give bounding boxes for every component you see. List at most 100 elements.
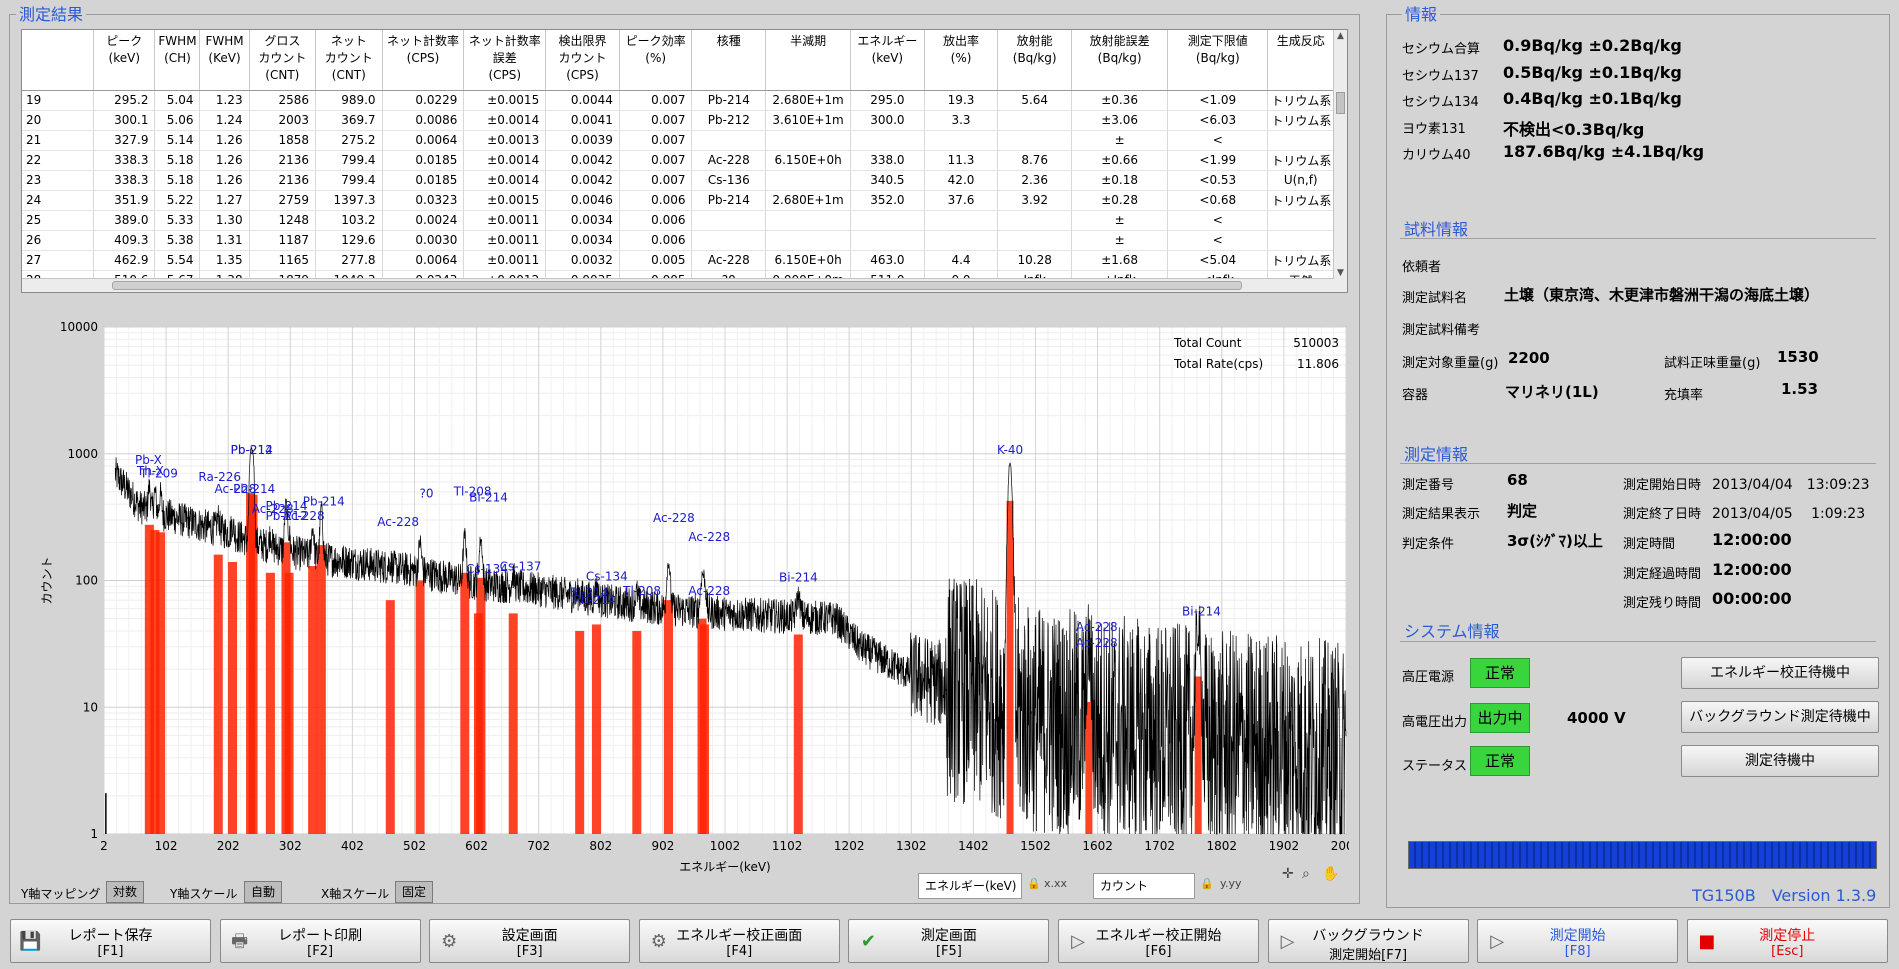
target-weight-label: 測定対象重量(g) bbox=[1402, 356, 1499, 371]
table-cell bbox=[691, 210, 767, 231]
column-header[interactable]: ネット計数率 (CPS) bbox=[382, 30, 465, 91]
table-cell: 1248 bbox=[249, 210, 317, 231]
table-row[interactable]: 23 338.3 5.18 1.26 2136 799.4 0.0185 ±0.0014 0.0… bbox=[22, 170, 1334, 191]
table-cell: 0.007 bbox=[619, 90, 693, 111]
function-key-button[interactable]: ▷ 測定開始 [F8] bbox=[1477, 919, 1679, 963]
measurement-status-button[interactable]: 測定待機中 bbox=[1681, 745, 1879, 777]
function-key-button[interactable]: ✔ 測定画面 [F5] bbox=[848, 919, 1050, 963]
x-cursor-field[interactable]: エネルギー(keV) bbox=[918, 873, 1022, 899]
table-cell: 1.23 bbox=[199, 90, 250, 111]
measure-no-value: 68 bbox=[1507, 471, 1528, 489]
x-tick-label: 802 bbox=[589, 839, 612, 853]
horizontal-scroll-thumb[interactable] bbox=[112, 281, 1242, 290]
column-header[interactable]: FWHM (CH) bbox=[154, 30, 201, 91]
table-cell: 0.0041 bbox=[545, 110, 620, 131]
scroll-down-arrow-icon[interactable]: ▼ bbox=[1334, 268, 1347, 278]
column-header[interactable] bbox=[22, 30, 95, 91]
roi-bar bbox=[793, 634, 803, 834]
spectrum-svg[interactable]: 2 102 202 302 402 502 602 702 802 902 1002 1102 1202… bbox=[21, 320, 1349, 880]
column-header[interactable]: エネルギー (keV) bbox=[850, 30, 925, 91]
table-row[interactable]: 24 351.9 5.22 1.27 2759 1397.3 0.0323 ±0.0015 0.… bbox=[22, 190, 1334, 211]
peak-label: Bi-214 bbox=[469, 491, 508, 505]
vertical-scroll-thumb[interactable] bbox=[1336, 92, 1345, 114]
lock-icon[interactable]: 🔒 bbox=[1027, 877, 1041, 890]
y-axis-mapping-button[interactable]: 対数 bbox=[106, 881, 144, 903]
x-axis-scale-button[interactable]: 固定 bbox=[395, 881, 433, 903]
table-cell: 352.0 bbox=[850, 190, 925, 211]
table-cell: 0.006 bbox=[619, 190, 693, 211]
y-axis-scale-button[interactable]: 自動 bbox=[244, 881, 282, 903]
column-header[interactable]: 放射能 (Bq/kg) bbox=[997, 30, 1073, 91]
table-cell: 1.24 bbox=[199, 110, 250, 131]
table-cell bbox=[765, 170, 852, 191]
results-table: ピーク (keV) FWHM (CH) FWHM (KeV) グロス カウント (CN… bbox=[22, 30, 1334, 291]
column-header[interactable]: グロス カウント (CNT) bbox=[249, 30, 317, 91]
spectrum-chart[interactable]: 2 102 202 302 402 502 602 702 802 902 1002 1102 1202… bbox=[21, 320, 1349, 880]
function-key-button[interactable]: 💾 レポート保存 [F1] bbox=[10, 919, 211, 963]
energy-calibration-status-button[interactable]: エネルギー校正待機中 bbox=[1681, 657, 1879, 689]
function-key-button[interactable]: 🖶 レポート印刷 [F2] bbox=[219, 919, 421, 963]
table-row[interactable]: 19 295.2 5.04 1.23 2586 989.0 0.0229 ±0.0015 0.0… bbox=[22, 90, 1334, 111]
table-cell: 1.26 bbox=[199, 170, 250, 191]
table-horizontal-scrollbar[interactable] bbox=[22, 278, 1334, 292]
function-key-button[interactable]: ■ 測定停止 [Esc] bbox=[1686, 919, 1888, 963]
scroll-up-arrow-icon[interactable]: ▲ bbox=[1334, 31, 1347, 41]
pan-hand-icon[interactable]: ✋ bbox=[1322, 866, 1339, 882]
status-label: ステータス bbox=[1402, 759, 1468, 774]
roi-bar bbox=[508, 613, 518, 834]
lock-icon[interactable]: 🔒 bbox=[1200, 877, 1214, 890]
roi-bar bbox=[228, 561, 238, 834]
table-vertical-scrollbar[interactable]: ▲ ▼ bbox=[1333, 30, 1347, 292]
table-cell: 6.150E+0h bbox=[765, 150, 852, 171]
sample-name-value: 土壌（東京湾、木更津市磐洲干潟の海底土壌） bbox=[1504, 286, 1820, 304]
column-header[interactable]: 核種 bbox=[691, 30, 767, 91]
table-row[interactable]: 20 300.1 5.06 1.24 2003 369.7 0.0086 ±0.0014 0.0… bbox=[22, 110, 1334, 131]
function-key-button[interactable]: ▷ エネルギー校正開始 [F6] bbox=[1058, 919, 1259, 963]
y-format-icon[interactable]: y.yy bbox=[1220, 877, 1241, 890]
column-header[interactable]: ネット カウント (CNT) bbox=[315, 30, 383, 91]
hv-voltage-value: 4000 V bbox=[1567, 709, 1626, 727]
table-row[interactable]: 26 409.3 5.38 1.31 1187 129.6 0.0030 ±0.0011 0.0… bbox=[22, 230, 1334, 251]
column-header[interactable]: FWHM (KeV) bbox=[199, 30, 250, 91]
table-cell bbox=[924, 130, 999, 151]
function-key-button[interactable]: ⚙ 設定画面 [F3] bbox=[429, 919, 631, 963]
column-header[interactable]: 検出限界 カウント (CPS) bbox=[545, 30, 620, 91]
table-cell: 25 bbox=[22, 210, 95, 231]
column-header[interactable]: ピーク (keV) bbox=[93, 30, 156, 91]
x-format-icon[interactable]: x.xx bbox=[1044, 877, 1067, 890]
table-cell: トリウム系 bbox=[1267, 110, 1334, 131]
table-row[interactable]: 21 327.9 5.14 1.26 1858 275.2 0.0064 ±0.0013 0.0… bbox=[22, 130, 1334, 151]
column-header[interactable]: 半減期 bbox=[765, 30, 852, 91]
table-cell: 1858 bbox=[249, 130, 317, 151]
nuclide-value: 0.4Bq/kg ±0.1Bq/kg bbox=[1503, 89, 1682, 108]
column-header[interactable]: ネット計数率 誤差 (CPS) bbox=[463, 30, 547, 91]
column-header[interactable]: 測定下限値 (Bq/kg) bbox=[1167, 30, 1269, 91]
column-header[interactable]: 放射能誤差 (Bq/kg) bbox=[1071, 30, 1169, 91]
x-tick-label: 702 bbox=[527, 839, 550, 853]
table-row[interactable]: 22 338.3 5.18 1.26 2136 799.4 0.0185 ±0.0014 0.0… bbox=[22, 150, 1334, 171]
table-cell: 0.0229 bbox=[382, 90, 465, 111]
table-row[interactable]: 27 462.9 5.54 1.35 1165 277.8 0.0064 ±0.0011 0.0… bbox=[22, 250, 1334, 271]
column-header[interactable]: ピーク効率 (%) bbox=[619, 30, 693, 91]
roi-bar bbox=[308, 566, 318, 834]
table-cell: 1.26 bbox=[199, 130, 250, 151]
end-time-value: 2013/04/05 1:09:23 bbox=[1712, 506, 1866, 522]
function-key-shortcut: [F2] bbox=[307, 944, 334, 959]
hv-output-label: 高電圧出力 bbox=[1402, 715, 1468, 730]
column-header[interactable]: 放出率 (%) bbox=[924, 30, 999, 91]
x-axis-scale-label: X軸スケール bbox=[321, 887, 390, 901]
column-header[interactable]: 生成反応 bbox=[1267, 30, 1334, 91]
function-key-button[interactable]: ⚙ エネルギー校正画面 [F4] bbox=[638, 919, 840, 963]
function-key-button[interactable]: ▷ バックグラウンド 測定開始[F7] bbox=[1267, 919, 1469, 963]
table-cell bbox=[1267, 210, 1334, 231]
table-cell: 5.06 bbox=[154, 110, 201, 131]
table-cell: 389.0 bbox=[93, 210, 156, 231]
y-cursor-field[interactable]: カウント bbox=[1093, 873, 1195, 899]
fill-rate-value: 1.53 bbox=[1781, 380, 1819, 398]
cursor-move-icon[interactable]: ✛ bbox=[1282, 866, 1294, 882]
background-status-button[interactable]: バックグラウンド測定待機中 bbox=[1681, 701, 1879, 733]
peak-label: Ac-228 bbox=[688, 530, 730, 544]
table-row[interactable]: 25 389.0 5.33 1.30 1248 103.2 0.0024 ±0.0011 0.0… bbox=[22, 210, 1334, 231]
zoom-icon[interactable]: ⌕ bbox=[1302, 866, 1310, 882]
y-tick-label: 10 bbox=[83, 700, 98, 714]
